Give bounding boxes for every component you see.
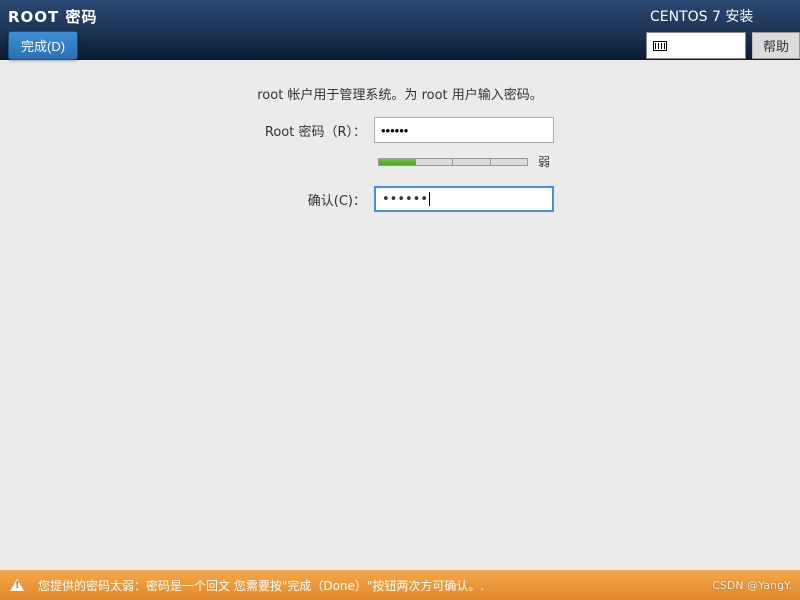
lang-code: cn [673, 38, 688, 53]
text-cursor [429, 192, 430, 206]
warning-message: 您提供的密码太弱：密码是一个回文 您需要按"完成（Done）"按钮两次方可确认。… [38, 577, 484, 594]
install-title: CENTOS 7 安装 [646, 6, 800, 26]
content-area: root 帐户用于管理系统。为 root 用户输入密码。 Root 密码（R）：… [0, 60, 800, 222]
warning-bar: 您提供的密码太弱：密码是一个回文 您需要按"完成（Done）"按钮两次方可确认。… [0, 570, 800, 600]
password-strength-bar [378, 158, 528, 166]
watermark: CSDN @YangY. [712, 579, 792, 592]
help-button[interactable]: 帮助 [752, 32, 800, 59]
keyboard-icon [653, 41, 667, 51]
done-button[interactable]: 完成(D) [8, 31, 78, 60]
password-label: Root 密码（R）： [246, 121, 366, 140]
page-title: ROOT 密码 [8, 6, 98, 27]
keyboard-layout-selector[interactable]: cn [646, 32, 746, 59]
warning-icon [10, 579, 24, 591]
root-password-input[interactable] [374, 117, 554, 143]
confirm-value-text: •••••• [382, 192, 428, 207]
password-strength-text: 弱 [538, 153, 550, 170]
confirm-password-input[interactable]: •••••• [374, 186, 554, 212]
description-text: root 帐户用于管理系统。为 root 用户输入密码。 [257, 84, 543, 103]
confirm-label: 确认(C)： [246, 190, 366, 209]
